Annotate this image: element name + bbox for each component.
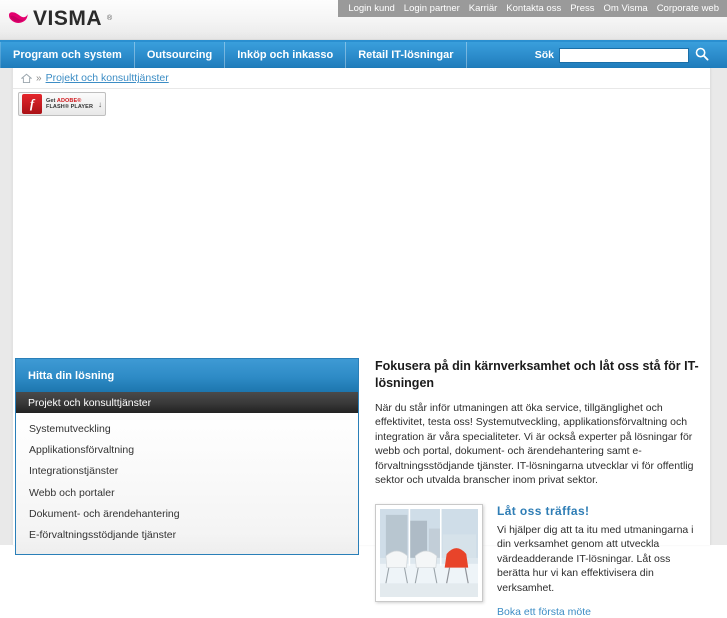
- content-card: » Projekt och konsulttjänster f Get ADOB…: [12, 68, 711, 618]
- office-photo: [380, 508, 478, 597]
- content-shell: » Projekt och konsulttjänster f Get ADOB…: [0, 68, 727, 618]
- utility-nav-item-kontakta-oss[interactable]: Kontakta oss: [506, 0, 561, 17]
- utility-nav-item-om-visma[interactable]: Om Visma: [604, 0, 648, 17]
- main-nav: Program och system Outsourcing Inköp och…: [0, 42, 727, 68]
- body-columns: Hitta din lösning Projekt och konsulttjä…: [13, 358, 710, 618]
- sidebar-item-e-forvaltningsstodjande[interactable]: E-förvaltningsstödjande tjänster: [16, 525, 358, 546]
- flash-player-icon: f: [22, 94, 42, 114]
- utility-nav-item-karriar[interactable]: Karriär: [469, 0, 498, 17]
- nav-item-inkop-och-inkasso[interactable]: Inköp och inkasso: [225, 42, 347, 68]
- nav-item-outsourcing[interactable]: Outsourcing: [135, 42, 226, 68]
- sidebar-item-applikationsforvaltning[interactable]: Applikationsförvaltning: [16, 440, 358, 461]
- search-label: Sök: [534, 49, 554, 61]
- flash-badge-adobe: ADOBE®: [56, 97, 82, 104]
- search-icon: [695, 47, 709, 64]
- page-root: VISMA ® Login kund Login partner Karriär…: [0, 0, 727, 618]
- utility-nav-item-login-kund[interactable]: Login kund: [348, 0, 394, 17]
- visma-swoosh-icon: [8, 11, 28, 27]
- visma-logo[interactable]: VISMA ®: [8, 8, 112, 29]
- nav-item-program-och-system[interactable]: Program och system: [0, 42, 135, 68]
- cta-image-frame: [375, 503, 483, 602]
- breadcrumb: » Projekt och konsulttjänster: [13, 68, 710, 89]
- registered-mark: ®: [107, 15, 113, 22]
- cta-heading: Låt oss träffas!: [497, 503, 590, 518]
- flash-badge-get: Get: [46, 97, 57, 104]
- flash-badge-text: Get ADOBE® FLASH® PLAYER: [46, 98, 93, 111]
- sidebar-active-item[interactable]: Projekt och konsulttjänster: [16, 392, 358, 413]
- cta-text-block: Låt oss träffas! Vi hjälper dig att ta i…: [497, 504, 702, 618]
- search-area: Sök: [534, 42, 709, 68]
- visma-wordmark: VISMA: [33, 7, 103, 30]
- sidebar-item-webb-och-portaler[interactable]: Webb och portaler: [16, 483, 358, 504]
- main-nav-items: Program och system Outsourcing Inköp och…: [0, 42, 467, 68]
- home-icon[interactable]: [21, 73, 32, 84]
- main-paragraph: När du står inför utmaningen att öka ser…: [375, 402, 694, 487]
- sidebar-item-integrationstjanster[interactable]: Integrationstjänster: [16, 461, 358, 482]
- utility-nav-item-corporate-web[interactable]: Corporate web: [657, 0, 719, 17]
- solution-sidebar: Hitta din lösning Projekt och konsulttjä…: [15, 358, 359, 556]
- cta-booking-link[interactable]: Boka ett första möte: [497, 606, 591, 618]
- breadcrumb-separator: »: [36, 72, 42, 84]
- utility-nav-item-login-partner[interactable]: Login partner: [404, 0, 460, 17]
- main-column: Fokusera på din kärnverksamhet och låt o…: [375, 358, 704, 618]
- utility-nav: Login kund Login partner Karriär Kontakt…: [338, 0, 727, 17]
- breadcrumb-current-link[interactable]: Projekt och konsulttjänster: [46, 72, 169, 84]
- page-title: Fokusera på din kärnverksamhet och låt o…: [375, 359, 699, 390]
- sidebar-item-dokument-arendehantering[interactable]: Dokument- och ärendehantering: [16, 504, 358, 525]
- flash-badge-line2: FLASH® PLAYER: [46, 104, 94, 110]
- site-header: VISMA ® Login kund Login partner Karriär…: [0, 0, 727, 40]
- download-arrow-icon: ↓: [98, 99, 102, 109]
- sidebar-item-systemutveckling[interactable]: Systemutveckling: [16, 419, 358, 440]
- sidebar-list: Systemutveckling Applikationsförvaltning…: [16, 413, 358, 555]
- cta-paragraph: Vi hjälper dig att ta itu med utmaningar…: [497, 523, 694, 594]
- nav-item-retail-it-losningar[interactable]: Retail IT-lösningar: [346, 42, 467, 68]
- flash-banner-region: [13, 90, 710, 358]
- get-flash-player-badge[interactable]: f Get ADOBE® FLASH® PLAYER ↓: [18, 92, 106, 116]
- utility-nav-item-press[interactable]: Press: [570, 0, 594, 17]
- search-input[interactable]: [559, 47, 689, 63]
- search-submit-button[interactable]: [693, 46, 711, 64]
- cta-block: Låt oss träffas! Vi hjälper dig att ta i…: [375, 503, 702, 618]
- sidebar-header: Hitta din lösning: [16, 359, 358, 392]
